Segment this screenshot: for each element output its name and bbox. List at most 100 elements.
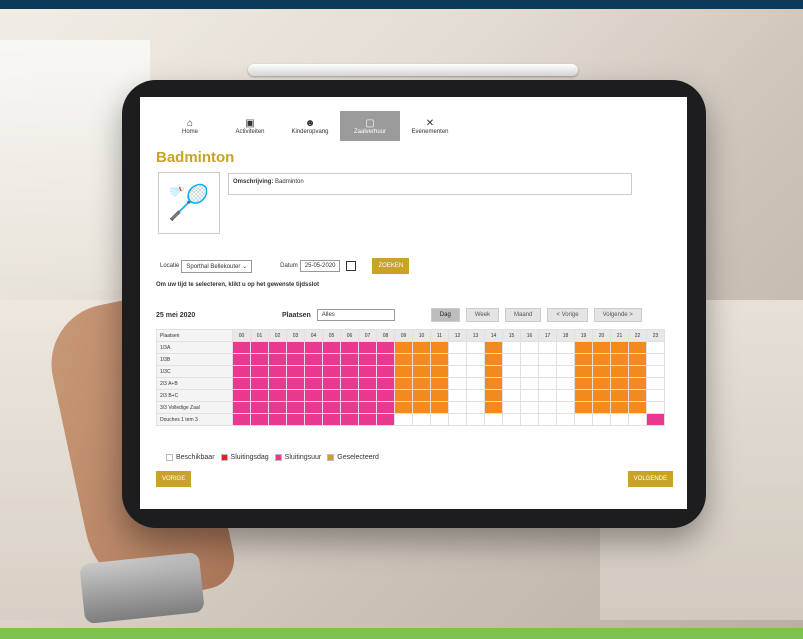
time-slot[interactable] [574, 401, 593, 414]
time-slot[interactable] [646, 365, 665, 378]
time-slot[interactable] [340, 341, 359, 354]
time-slot[interactable] [304, 365, 323, 378]
locatie-select[interactable]: Sporthal Bellekouter ⌄ [181, 259, 253, 273]
time-slot[interactable] [520, 401, 539, 414]
time-slot[interactable] [358, 377, 377, 390]
time-slot[interactable] [538, 413, 557, 426]
time-slot[interactable] [628, 401, 647, 414]
time-slot[interactable] [412, 413, 431, 426]
time-slot[interactable] [358, 341, 377, 354]
time-slot[interactable] [412, 365, 431, 378]
time-slot[interactable] [412, 341, 431, 354]
time-slot[interactable] [268, 365, 287, 378]
time-slot[interactable] [538, 353, 557, 366]
time-slot[interactable] [376, 365, 395, 378]
time-slot[interactable] [628, 389, 647, 402]
time-slot[interactable] [322, 413, 341, 426]
time-slot[interactable] [448, 377, 467, 390]
time-slot[interactable] [592, 389, 611, 402]
time-slot[interactable] [502, 365, 521, 378]
time-slot[interactable] [538, 365, 557, 378]
time-slot[interactable] [610, 413, 629, 426]
time-slot[interactable] [484, 413, 503, 426]
time-slot[interactable] [556, 353, 575, 366]
time-slot[interactable] [646, 413, 665, 426]
time-slot[interactable] [448, 353, 467, 366]
time-slot[interactable] [574, 365, 593, 378]
time-slot[interactable] [556, 377, 575, 390]
time-slot[interactable] [610, 365, 629, 378]
time-slot[interactable] [520, 377, 539, 390]
time-slot[interactable] [628, 341, 647, 354]
time-slot[interactable] [466, 377, 485, 390]
datum-input[interactable]: 25-05-2020 [299, 260, 341, 272]
next-day-button[interactable]: Volgende > [593, 308, 642, 322]
time-slot[interactable] [376, 389, 395, 402]
time-slot[interactable] [286, 413, 305, 426]
time-slot[interactable] [430, 353, 449, 366]
time-slot[interactable] [502, 401, 521, 414]
time-slot[interactable] [412, 401, 431, 414]
time-slot[interactable] [268, 401, 287, 414]
time-slot[interactable] [574, 341, 593, 354]
nav-item-activiteiten[interactable]: ▣ Activiteiten [220, 111, 280, 141]
time-slot[interactable] [250, 353, 269, 366]
time-slot[interactable] [340, 377, 359, 390]
time-slot[interactable] [268, 413, 287, 426]
time-slot[interactable] [430, 341, 449, 354]
time-slot[interactable] [592, 353, 611, 366]
time-slot[interactable] [322, 341, 341, 354]
time-slot[interactable] [520, 341, 539, 354]
time-slot[interactable] [304, 377, 323, 390]
time-slot[interactable] [412, 389, 431, 402]
time-slot[interactable] [394, 377, 413, 390]
time-slot[interactable] [286, 401, 305, 414]
time-slot[interactable] [340, 353, 359, 366]
nav-item-evenementen[interactable]: ✕ Evenementen [400, 111, 460, 141]
time-slot[interactable] [376, 401, 395, 414]
time-slot[interactable] [448, 413, 467, 426]
time-slot[interactable] [556, 341, 575, 354]
time-slot[interactable] [340, 413, 359, 426]
prev-day-button[interactable]: < Vorige [547, 308, 588, 322]
time-slot[interactable] [250, 377, 269, 390]
time-slot[interactable] [286, 341, 305, 354]
time-slot[interactable] [502, 413, 521, 426]
time-slot[interactable] [502, 341, 521, 354]
time-slot[interactable] [448, 401, 467, 414]
time-slot[interactable] [304, 341, 323, 354]
time-slot[interactable] [646, 401, 665, 414]
view-week-button[interactable]: Week [465, 308, 500, 322]
time-slot[interactable] [394, 413, 413, 426]
time-slot[interactable] [304, 401, 323, 414]
time-slot[interactable] [502, 353, 521, 366]
time-slot[interactable] [394, 353, 413, 366]
time-slot[interactable] [358, 401, 377, 414]
time-slot[interactable] [322, 365, 341, 378]
time-slot[interactable] [268, 353, 287, 366]
time-slot[interactable] [448, 365, 467, 378]
time-slot[interactable] [520, 353, 539, 366]
time-slot[interactable] [322, 377, 341, 390]
time-slot[interactable] [538, 341, 557, 354]
time-slot[interactable] [250, 365, 269, 378]
time-slot[interactable] [646, 353, 665, 366]
time-slot[interactable] [430, 389, 449, 402]
time-slot[interactable] [412, 377, 431, 390]
time-slot[interactable] [484, 389, 503, 402]
time-slot[interactable] [466, 389, 485, 402]
view-maand-button[interactable]: Maand [505, 308, 542, 322]
time-slot[interactable] [592, 377, 611, 390]
time-slot[interactable] [376, 341, 395, 354]
time-slot[interactable] [610, 377, 629, 390]
time-slot[interactable] [304, 413, 323, 426]
time-slot[interactable] [502, 389, 521, 402]
time-slot[interactable] [628, 353, 647, 366]
time-slot[interactable] [394, 401, 413, 414]
time-slot[interactable] [250, 413, 269, 426]
time-slot[interactable] [466, 413, 485, 426]
time-slot[interactable] [340, 389, 359, 402]
time-slot[interactable] [376, 377, 395, 390]
time-slot[interactable] [232, 389, 251, 402]
time-slot[interactable] [430, 413, 449, 426]
